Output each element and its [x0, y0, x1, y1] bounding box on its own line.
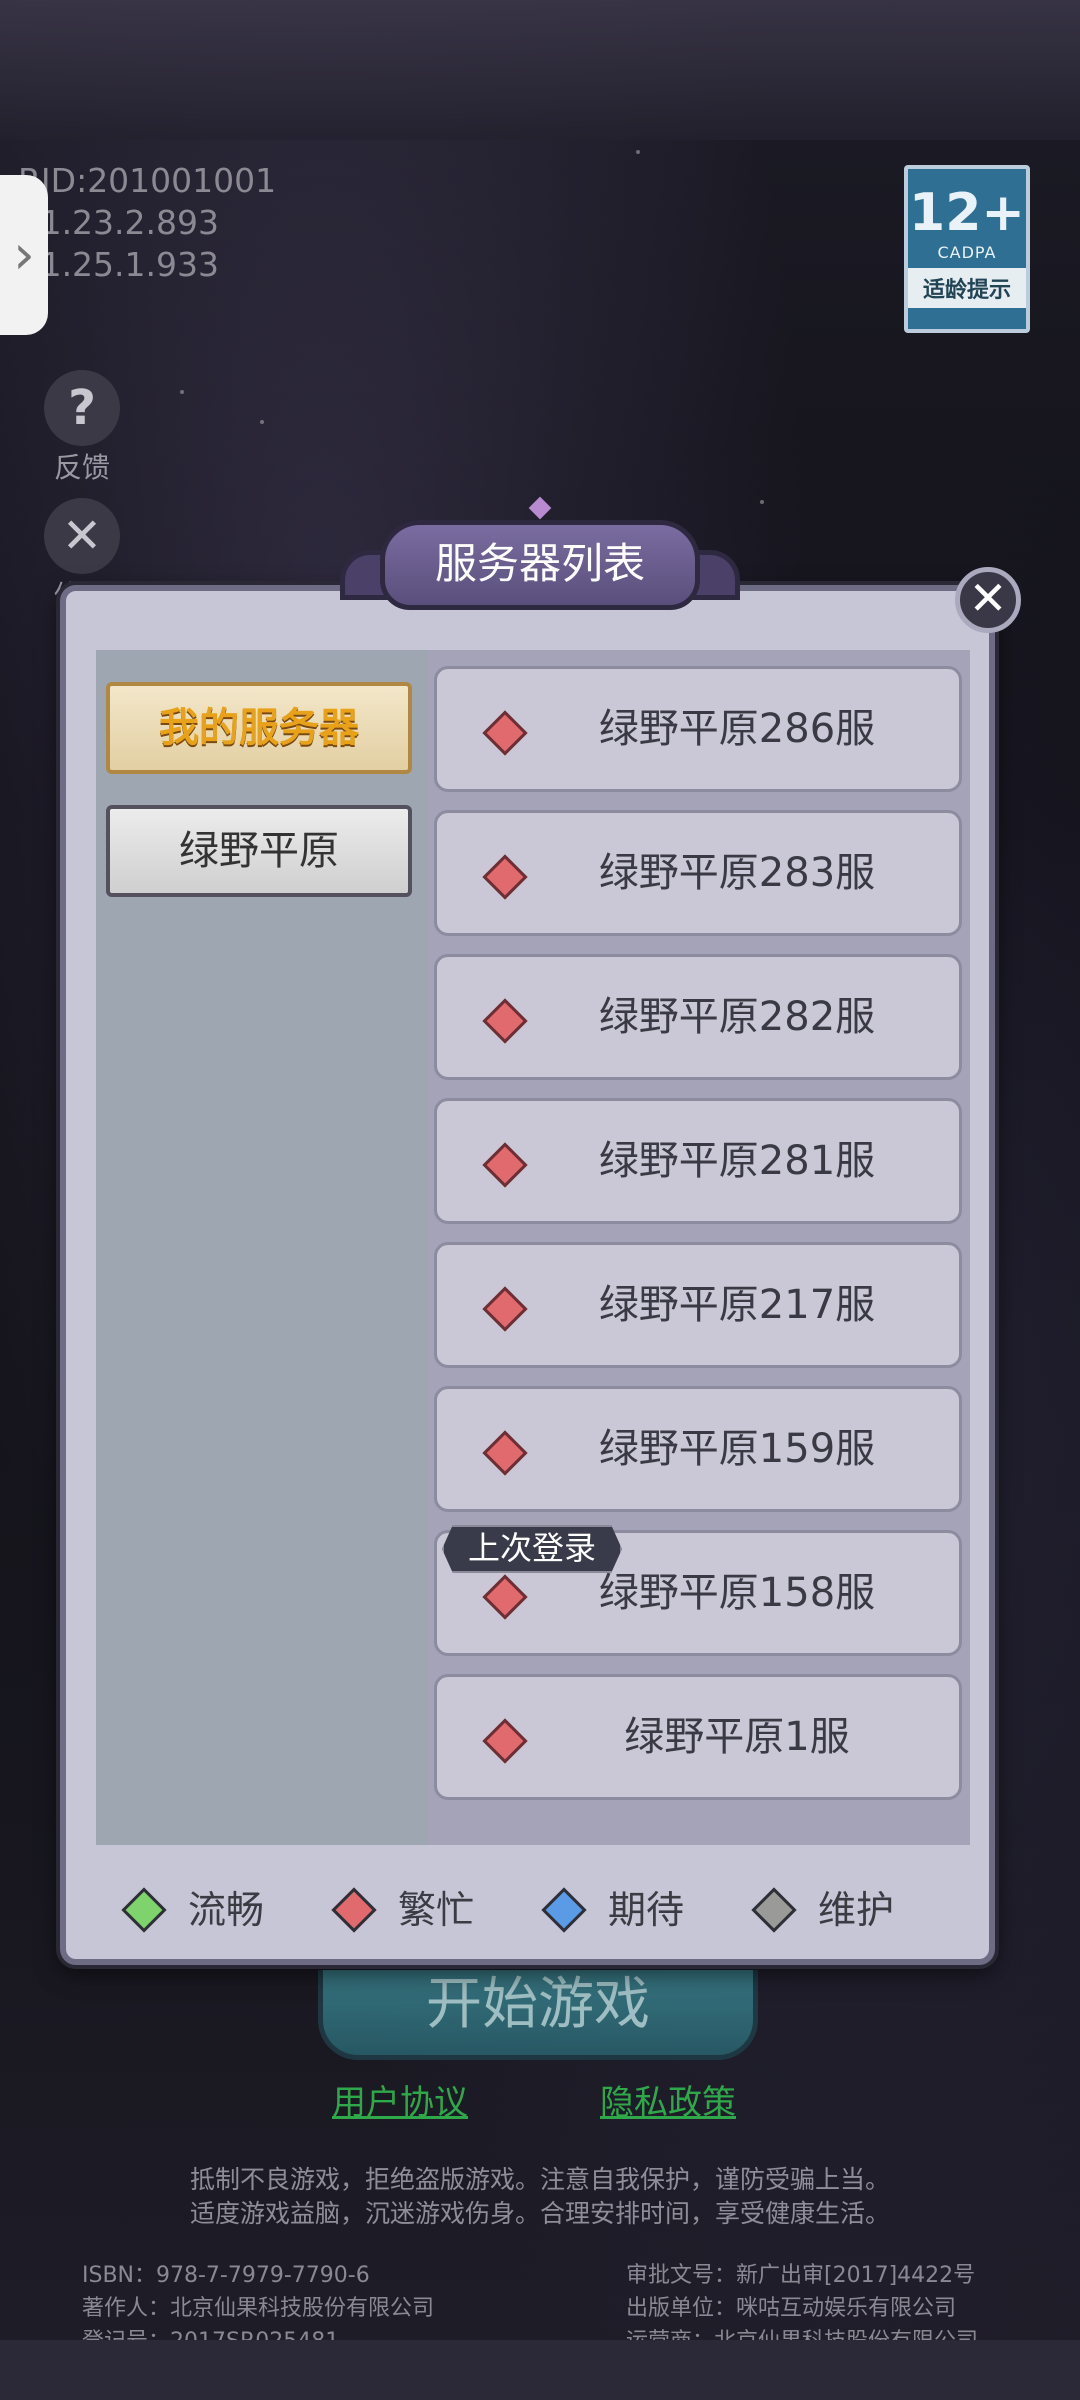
server-item[interactable]: 绿野平原159服 [434, 1386, 962, 1512]
legend-label: 期待 [608, 1888, 685, 1932]
age-rating-badge[interactable]: 12+ CADPA 适龄提示 [904, 165, 1030, 333]
version-text-2: V1.25.1.933 [18, 245, 220, 284]
server-list-panel: 绿野平原286服 绿野平原283服 绿野平原282服 绿野平原281服 绿野平原… [428, 650, 970, 1845]
server-item[interactable]: 绿野平原281服 [434, 1098, 962, 1224]
server-item[interactable]: 绿野平原286服 [434, 666, 962, 792]
gem-ornament-icon [528, 496, 552, 520]
server-item[interactable]: 绿野平原1服 [434, 1674, 962, 1800]
age-rating-org: CADPA [937, 243, 997, 262]
legend-expected: 期待 [541, 1880, 685, 1940]
feedback-label: 反馈 [53, 451, 110, 484]
status-busy-icon [482, 1430, 528, 1476]
server-name: 绿野平原159服 [598, 1426, 876, 1472]
isbn-text: ISBN：978-7-7979-7790-6 [82, 2263, 370, 2288]
status-expected-icon [541, 1886, 587, 1933]
status-busy-icon [482, 1574, 528, 1620]
star-decoration [760, 500, 764, 504]
status-busy-icon [482, 998, 528, 1044]
server-name: 绿野平原286服 [598, 706, 876, 752]
legend-label: 繁忙 [398, 1888, 475, 1932]
close-dialog-button[interactable]: ✕ [955, 567, 1021, 633]
legend-maintenance: 维护 [751, 1880, 895, 1940]
server-item[interactable]: 绿野平原283服 [434, 810, 962, 936]
status-busy-icon [482, 1286, 528, 1332]
server-item[interactable]: 绿野平原217服 [434, 1242, 962, 1368]
dialog-title-plaque: 服务器列表 [340, 496, 740, 620]
star-decoration [636, 150, 640, 154]
server-name: 绿野平原282服 [598, 994, 876, 1040]
publisher-text: 出版单位：咪咕互动娱乐有限公司 [626, 2296, 957, 2321]
server-item[interactable]: 绿野平原282服 [434, 954, 962, 1080]
status-smooth-icon [121, 1886, 167, 1933]
close-icon: ✕ [968, 571, 1008, 625]
star-decoration [260, 420, 264, 424]
dialog-title: 服务器列表 [380, 520, 700, 610]
feedback-button[interactable]: ? 反馈 [38, 370, 126, 486]
last-login-tag: 上次登录 [442, 1525, 622, 1573]
legend-busy: 繁忙 [331, 1880, 475, 1940]
age-rating-number: 12+ [909, 183, 1025, 243]
start-game-button[interactable]: 开始游戏 [318, 1970, 758, 2060]
category-my-servers[interactable]: 我的服务器 [106, 682, 412, 774]
approval-text: 审批文号：新广出审[2017]4422号 [626, 2263, 976, 2288]
rid-text: RID:201001001 [18, 161, 277, 200]
wrench-icon: ✕ [44, 498, 120, 574]
question-icon: ? [44, 370, 120, 446]
version-text-1: V1.23.2.893 [18, 203, 220, 242]
version-info: RID:201001001 V1.23.2.893 V1.25.1.933 [18, 160, 276, 286]
legend-label: 流畅 [188, 1888, 265, 1932]
top-banner-art [0, 0, 1080, 140]
health-notice-line-2: 适度游戏益脑，沉迷游戏伤身。合理安排时间，享受健康生活。 [189, 2199, 890, 2228]
legend-smooth: 流畅 [121, 1880, 265, 1940]
status-busy-icon [482, 1142, 528, 1188]
server-category-panel: 我的服务器 绿野平原 [96, 650, 428, 1845]
age-rating-label: 适龄提示 [908, 268, 1026, 308]
bottom-band [0, 2340, 1080, 2400]
status-busy-icon [331, 1886, 377, 1933]
server-name: 绿野平原217服 [598, 1282, 876, 1328]
legend-label: 维护 [818, 1888, 895, 1932]
chevron-right-icon: › [13, 223, 35, 286]
health-notice-line-1: 抵制不良游戏，拒绝盗版游戏。注意自我保护，谨防受骗上当。 [189, 2165, 890, 2194]
category-lvye-pingyuan[interactable]: 绿野平原 [106, 805, 412, 897]
user-agreement-link[interactable]: 用户协议 [332, 2075, 468, 2124]
star-decoration [180, 390, 184, 394]
status-busy-icon [482, 854, 528, 900]
server-name: 绿野平原1服 [624, 1714, 850, 1760]
status-maintenance-icon [751, 1886, 797, 1933]
privacy-policy-link[interactable]: 隐私政策 [600, 2075, 736, 2124]
author-text: 著作人：北京仙果科技股份有限公司 [82, 2296, 435, 2321]
status-busy-icon [482, 1718, 528, 1764]
server-name: 绿野平原283服 [598, 850, 876, 896]
status-busy-icon [482, 710, 528, 756]
side-drawer-tab[interactable]: › [0, 175, 48, 335]
server-name: 绿野平原281服 [598, 1138, 876, 1184]
